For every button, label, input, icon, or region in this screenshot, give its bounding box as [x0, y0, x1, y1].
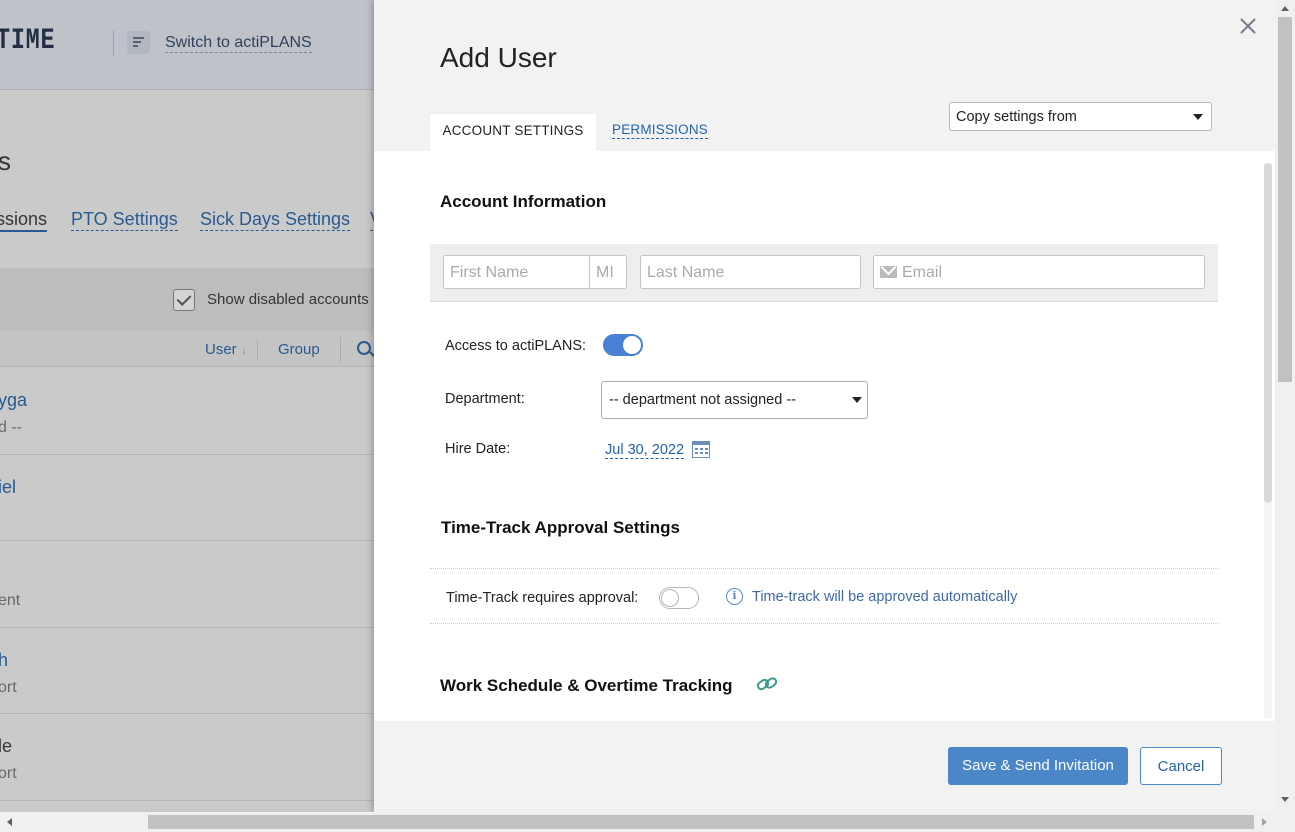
horizontal-scrollbar[interactable] [0, 812, 1295, 832]
sort-by-group[interactable]: Group [278, 341, 320, 358]
divider [340, 337, 341, 363]
first-name-placeholder: First Name [450, 264, 529, 281]
department-dropdown[interactable]: -- department not assigned -- [601, 381, 868, 419]
sort-arrow-icon: ↓ [241, 343, 247, 357]
divider [430, 568, 1218, 569]
middle-initial-field[interactable]: MI [589, 255, 627, 289]
show-disabled-checkbox[interactable] [173, 289, 195, 311]
toggle-knob [623, 336, 641, 354]
copy-settings-dropdown[interactable]: Copy settings from [949, 102, 1212, 131]
panel-title: Add User [440, 42, 557, 73]
panel-footer: Save & Send Invitation Cancel [374, 721, 1275, 812]
section-title-time-track-approval: Time-Track Approval Settings [441, 518, 681, 537]
user-department: ort [0, 678, 17, 696]
tab-pto-settings[interactable]: PTO Settings [71, 208, 178, 231]
tab-permissions[interactable]: ssions [0, 208, 48, 232]
save-send-invitation-button[interactable]: Save & Send Invitation [948, 747, 1128, 785]
vertical-scrollbar-thumb[interactable] [1278, 17, 1292, 382]
top-bar: TIME Switch to actiPLANS [0, 0, 374, 90]
scroll-up-icon[interactable] [1281, 6, 1289, 11]
page-title: s [0, 146, 11, 176]
approval-info-text: Time-track will be approved automaticall… [752, 589, 1018, 605]
app-logo: TIME [0, 24, 56, 58]
table-row[interactable]: le ort [0, 714, 374, 801]
panel-scrollbar[interactable] [1264, 163, 1272, 718]
chevron-down-icon [1193, 114, 1203, 120]
first-name-field[interactable]: First Name [443, 255, 590, 289]
table-row[interactable]: yga d -- [0, 368, 374, 455]
user-name[interactable]: le [0, 736, 12, 757]
department-value: -- department not assigned -- [609, 392, 796, 408]
access-actiplans-toggle[interactable] [603, 334, 643, 356]
account-fields-row: First Name MI Last Name Email [430, 244, 1218, 302]
department-label: Department: [445, 391, 525, 407]
tab-permissions[interactable]: PERMISSIONS [612, 122, 708, 139]
horizontal-scrollbar-thumb[interactable] [148, 815, 1254, 829]
actiplans-icon[interactable] [127, 31, 150, 54]
divider [430, 623, 1218, 624]
access-actiplans-label: Access to actiPLANS: [445, 338, 587, 354]
section-title-work-schedule: Work Schedule & Overtime Tracking [440, 676, 733, 695]
tab-sick-days-settings[interactable]: Sick Days Settings [200, 208, 351, 231]
link-icon[interactable] [756, 676, 778, 692]
show-disabled-label: Show disabled accounts [207, 291, 369, 308]
panel-body: Account Information First Name MI Last N… [374, 151, 1275, 721]
time-track-approval-toggle[interactable] [659, 587, 699, 609]
copy-settings-value: Copy settings from [956, 109, 1077, 125]
vertical-scrollbar[interactable] [1275, 0, 1295, 812]
hire-date-picker[interactable]: Jul 30, 2022 [605, 442, 685, 459]
email-placeholder: Email [902, 264, 943, 281]
email-field[interactable]: Email [873, 255, 1205, 289]
info-icon: i [726, 588, 743, 605]
background-page: TIME Switch to actiPLANS s ssions PTO Se… [0, 0, 374, 812]
calendar-icon[interactable] [692, 441, 710, 458]
table-row[interactable]: ent [0, 541, 374, 628]
section-title-account-information: Account Information [440, 192, 607, 211]
table-header: User ↓ Group [0, 331, 374, 367]
user-department: d -- [0, 419, 22, 436]
sort-by-user[interactable]: User [205, 341, 237, 358]
switch-to-actiplans-link[interactable]: Switch to actiPLANS [165, 34, 312, 53]
user-department: ent [0, 592, 21, 609]
user-list: yga d -- iel ent h ort le ort [0, 368, 374, 801]
add-user-panel: Add User ACCOUNT SETTINGS PERMISSIONS Co… [374, 0, 1275, 812]
scroll-right-icon[interactable] [1262, 818, 1267, 826]
table-row[interactable]: iel [0, 454, 374, 541]
chevron-down-icon [852, 397, 862, 403]
divider [113, 30, 114, 56]
scroll-down-icon[interactable] [1281, 797, 1289, 802]
user-name[interactable]: h [0, 650, 8, 671]
close-icon[interactable] [1236, 15, 1260, 39]
user-name[interactable]: yga [0, 390, 27, 411]
last-name-field[interactable]: Last Name [640, 255, 861, 289]
time-track-approval-label: Time-Track requires approval: [446, 590, 639, 606]
divider [257, 340, 258, 360]
table-row[interactable]: h ort [0, 627, 374, 714]
mi-placeholder: MI [596, 264, 614, 281]
toggle-knob [661, 589, 679, 607]
envelope-icon [880, 266, 897, 278]
search-icon[interactable] [357, 341, 371, 355]
panel-scrollbar-thumb[interactable] [1264, 163, 1272, 503]
tab-account-settings[interactable]: ACCOUNT SETTINGS [430, 114, 596, 151]
panel-header: Add User ACCOUNT SETTINGS PERMISSIONS Co… [374, 0, 1275, 151]
cancel-button[interactable]: Cancel [1140, 747, 1222, 785]
user-department: ort [0, 765, 17, 782]
hire-date-label: Hire Date: [445, 441, 511, 457]
last-name-placeholder: Last Name [647, 264, 725, 281]
scroll-left-icon[interactable] [7, 818, 12, 826]
user-name[interactable]: iel [0, 477, 16, 498]
